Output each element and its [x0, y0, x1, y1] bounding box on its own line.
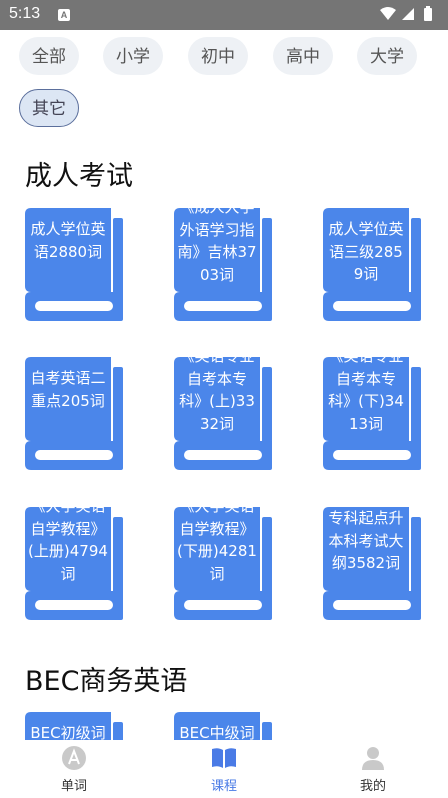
book-title: 《大学英语自学教程》(下册)4281词: [177, 507, 257, 583]
book-title-box: 专科起点升本科考试大纲3582词: [325, 507, 407, 587]
book-title-box: 《成人大学外语学习指南》吉林3703词: [176, 208, 258, 288]
book-card[interactable]: 成人学位英语三级2859词: [323, 208, 423, 321]
filter-chip-junior[interactable]: 初中: [188, 37, 248, 75]
bottom-nav: 单词 课程 我的: [0, 740, 448, 798]
open-book-icon: [212, 748, 236, 768]
book-title-box: BEC中级词汇: [176, 712, 258, 740]
book-title-box: 《英语专业自考本专科》(下)3413词: [325, 357, 407, 437]
section-title-adult-exams: 成人考试: [25, 161, 133, 192]
tab-mine-label: 我的: [359, 779, 386, 794]
book-title: 自考英语二重点205词: [30, 369, 106, 410]
system-status-icons: [380, 6, 432, 21]
book-title-box: 自考英语二重点205词: [27, 357, 109, 437]
book-card[interactable]: 《英语专业自考本专科》(上)3332词: [174, 357, 274, 470]
filter-chip-all[interactable]: 全部: [19, 37, 79, 75]
status-time: 5:13: [9, 5, 41, 22]
tab-words[interactable]: 单词: [24, 740, 124, 798]
tab-courses[interactable]: 课程: [174, 740, 274, 798]
signal-icon: [402, 8, 414, 20]
book-card[interactable]: 《成人大学外语学习指南》吉林3703词: [174, 208, 274, 321]
tab-courses-label: 课程: [210, 779, 237, 794]
person-icon: [362, 747, 384, 770]
book-title: 专科起点升本科考试大纲3582词: [328, 509, 404, 572]
book-title: BEC中级词汇: [179, 724, 255, 740]
battery-icon: [424, 6, 432, 21]
book-title: BEC初级词汇: [30, 724, 106, 740]
filter-chip-primary[interactable]: 小学: [103, 37, 163, 75]
tab-mine[interactable]: 我的: [323, 740, 423, 798]
wifi-icon: [380, 7, 396, 20]
book-title-box: BEC初级词汇: [27, 712, 109, 740]
book-card[interactable]: BEC初级词汇: [25, 712, 125, 740]
book-card[interactable]: 《英语专业自考本专科》(下)3413词: [323, 357, 423, 470]
bec-book-row: BEC初级词汇 BEC中级词汇: [0, 712, 448, 740]
book-title-box: 成人学位英语三级2859词: [325, 208, 407, 288]
book-title-box: 《大学英语自学教程》(上册)4794词: [27, 507, 109, 587]
book-title-box: 《英语专业自考本专科》(上)3332词: [176, 357, 258, 437]
book-title: 《大学英语自学教程》(上册)4794词: [28, 507, 108, 583]
book-title: 《英语专业自考本专科》(上)3332词: [179, 357, 255, 433]
book-title-box: 成人学位英语2880词: [27, 208, 109, 288]
book-title: 《成人大学外语学习指南》吉林3703词: [177, 208, 257, 284]
book-title-box: 《大学英语自学教程》(下册)4281词: [176, 507, 258, 587]
book-card[interactable]: 专科起点升本科考试大纲3582词: [323, 507, 423, 620]
section-title-bec: BEC商务英语: [25, 666, 188, 697]
book-card[interactable]: 自考英语二重点205词: [25, 357, 125, 470]
book-card[interactable]: 《大学英语自学教程》(上册)4794词: [25, 507, 125, 620]
book-card[interactable]: 《大学英语自学教程》(下册)4281词: [174, 507, 274, 620]
filter-chip-university[interactable]: 大学: [357, 37, 417, 75]
tab-words-label: 单词: [60, 779, 87, 794]
book-title: 成人学位英语三级2859词: [328, 220, 404, 283]
notification-icon: A: [58, 9, 70, 21]
book-card[interactable]: 成人学位英语2880词: [25, 208, 125, 321]
filter-chip-senior[interactable]: 高中: [273, 37, 333, 75]
status-bar: 5:13 A: [0, 0, 448, 30]
filter-chip-other[interactable]: 其它: [19, 89, 79, 127]
book-title: 成人学位英语2880词: [30, 220, 106, 261]
book-card[interactable]: BEC中级词汇: [174, 712, 274, 740]
book-title: 《英语专业自考本专科》(下)3413词: [328, 357, 404, 433]
a-circle-icon: [62, 746, 86, 770]
